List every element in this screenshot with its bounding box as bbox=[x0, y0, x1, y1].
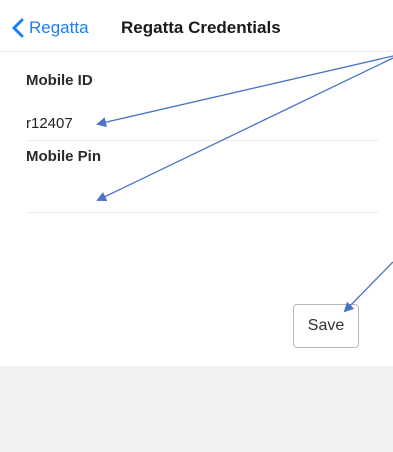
mobile-id-input[interactable] bbox=[26, 112, 378, 134]
chevron-left-icon bbox=[12, 18, 24, 38]
bottom-panel bbox=[0, 366, 393, 452]
back-button[interactable]: Regatta bbox=[12, 16, 89, 40]
navigation-bar: Regatta Regatta Credentials bbox=[0, 0, 393, 52]
divider bbox=[26, 212, 378, 213]
mobile-pin-input[interactable] bbox=[26, 178, 378, 208]
divider bbox=[26, 140, 378, 141]
mobile-pin-label: Mobile Pin bbox=[26, 148, 101, 165]
back-label: Regatta bbox=[29, 18, 89, 37]
save-button[interactable]: Save bbox=[293, 304, 359, 348]
credentials-screen: Regatta Regatta Credentials Mobile ID Mo… bbox=[0, 0, 393, 452]
mobile-id-label: Mobile ID bbox=[26, 72, 93, 89]
page-title: Regatta Credentials bbox=[121, 18, 281, 37]
